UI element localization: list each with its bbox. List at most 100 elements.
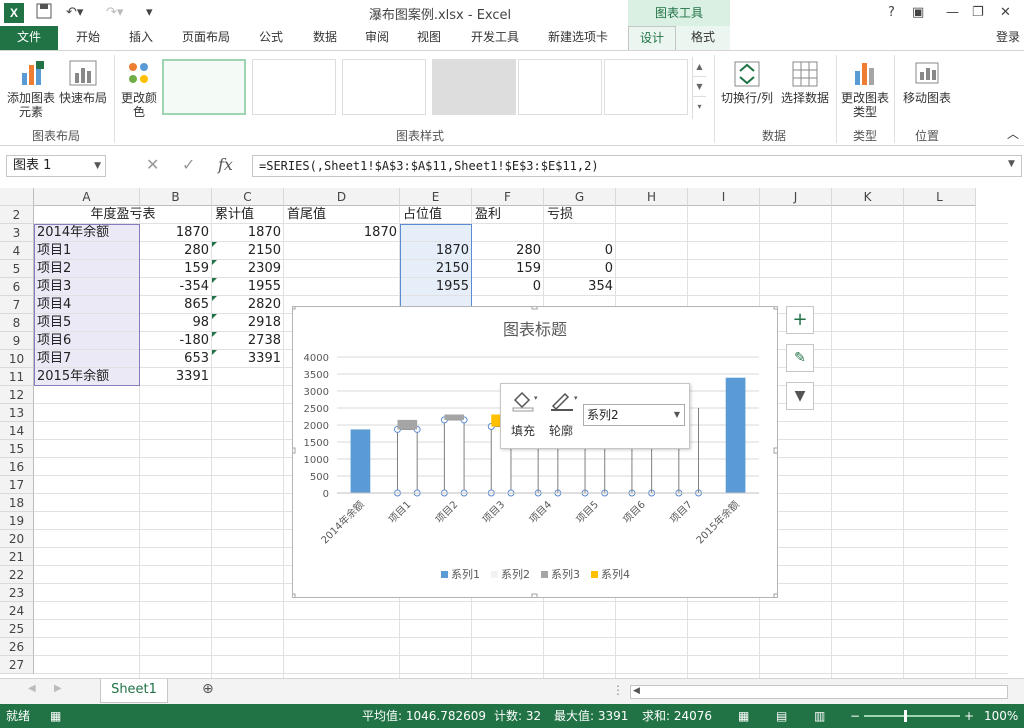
row-header-21[interactable]: 21: [0, 548, 34, 566]
tab-file[interactable]: 文件: [0, 26, 58, 50]
cell-c9[interactable]: 2738: [212, 332, 284, 350]
zoom-level[interactable]: 100%: [984, 704, 1018, 728]
tab-home[interactable]: 开始: [66, 26, 110, 50]
row-header-12[interactable]: 12: [0, 386, 34, 404]
name-box-dropdown-icon[interactable]: ▼: [94, 156, 101, 176]
sheet-tab-sheet1[interactable]: Sheet1: [100, 679, 168, 703]
row-header-26[interactable]: 26: [0, 638, 34, 656]
chart-style-5[interactable]: [518, 59, 602, 115]
formula-input[interactable]: =SERIES(,Sheet1!$A$3:$A$11,Sheet1!$E$3:$…: [252, 155, 1022, 177]
chart-style-2[interactable]: [252, 59, 336, 115]
zoom-in-icon[interactable]: +: [964, 704, 974, 728]
cell-b4[interactable]: 280: [140, 242, 212, 260]
row-header-2[interactable]: 2: [0, 206, 34, 224]
select-data-button[interactable]: 选择数据: [778, 59, 832, 105]
cell-b10[interactable]: 653: [140, 350, 212, 368]
scroll-left-icon[interactable]: ◀: [633, 686, 640, 696]
change-colors-button[interactable]: 更改颜色: [118, 59, 160, 119]
cell-b8[interactable]: 98: [140, 314, 212, 332]
insert-function-icon[interactable]: fx: [218, 155, 233, 174]
column-header-f[interactable]: F: [472, 188, 544, 206]
column-header-i[interactable]: I: [688, 188, 760, 206]
close-icon[interactable]: ✕: [1000, 3, 1011, 23]
login-link[interactable]: 登录: [992, 26, 1024, 50]
cell-f6[interactable]: 0: [472, 278, 544, 296]
chart-style-3[interactable]: [342, 59, 426, 115]
row-header-17[interactable]: 17: [0, 476, 34, 494]
error-indicator-icon[interactable]: [212, 332, 217, 337]
cell-f4[interactable]: 280: [472, 242, 544, 260]
error-indicator-icon[interactable]: [212, 260, 217, 265]
cell-c8[interactable]: 2918: [212, 314, 284, 332]
cell-g2[interactable]: 亏损: [544, 206, 616, 224]
row-header-8[interactable]: 8: [0, 314, 34, 332]
cell-f2[interactable]: 盈利: [472, 206, 544, 224]
row-header-13[interactable]: 13: [0, 404, 34, 422]
horizontal-scrollbar[interactable]: ◀: [630, 685, 1008, 699]
row-header-14[interactable]: 14: [0, 422, 34, 440]
column-header-e[interactable]: E: [400, 188, 472, 206]
row-header-11[interactable]: 11: [0, 368, 34, 386]
zoom-slider[interactable]: [864, 715, 960, 717]
cell-f5[interactable]: 159: [472, 260, 544, 278]
chart-elements-plus-icon[interactable]: +: [786, 306, 814, 334]
move-chart-button[interactable]: 移动图表: [898, 59, 956, 105]
cell-b7[interactable]: 865: [140, 296, 212, 314]
tab-new[interactable]: 新建选项卡: [538, 26, 618, 50]
cell-c2[interactable]: 累计值: [212, 206, 284, 224]
row-header-24[interactable]: 24: [0, 602, 34, 620]
cell-g6[interactable]: 354: [544, 278, 616, 296]
row-header-4[interactable]: 4: [0, 242, 34, 260]
column-header-h[interactable]: H: [616, 188, 688, 206]
minimize-icon[interactable]: —: [946, 3, 959, 23]
gallery-more-icon[interactable]: ▾: [693, 97, 706, 117]
chart-style-4[interactable]: [432, 59, 516, 115]
cell-d2[interactable]: 首尾值: [284, 206, 400, 224]
row-header-23[interactable]: 23: [0, 584, 34, 602]
cell-g4[interactable]: 0: [544, 242, 616, 260]
normal-view-icon[interactable]: ▦: [738, 704, 749, 728]
row-header-18[interactable]: 18: [0, 494, 34, 512]
row-header-20[interactable]: 20: [0, 530, 34, 548]
zoom-out-icon[interactable]: −: [850, 704, 860, 728]
switch-row-column-button[interactable]: 切换行/列: [718, 59, 776, 105]
cell-c5[interactable]: 2309: [212, 260, 284, 278]
gallery-up-icon[interactable]: ▲: [693, 57, 706, 77]
cell-a2[interactable]: 年度盈亏表: [34, 206, 212, 224]
cell-c3[interactable]: 1870: [212, 224, 284, 242]
column-header-c[interactable]: C: [212, 188, 284, 206]
page-layout-view-icon[interactable]: ▤: [776, 704, 787, 728]
cell-b3[interactable]: 1870: [140, 224, 212, 242]
column-header-k[interactable]: K: [832, 188, 904, 206]
column-header-a[interactable]: A: [34, 188, 140, 206]
row-header-16[interactable]: 16: [0, 458, 34, 476]
tab-formulas[interactable]: 公式: [250, 26, 292, 50]
macro-record-icon[interactable]: ▦: [50, 704, 61, 728]
select-all-corner[interactable]: [0, 188, 34, 206]
change-chart-type-button[interactable]: 更改图表类型: [840, 59, 890, 119]
sheet-splitter-icon[interactable]: ⋮: [612, 683, 624, 697]
tab-developer[interactable]: 开发工具: [462, 26, 528, 50]
row-header-6[interactable]: 6: [0, 278, 34, 296]
gallery-down-icon[interactable]: ▼: [693, 77, 706, 97]
zoom-slider-thumb[interactable]: [904, 710, 907, 722]
series-select[interactable]: 系列2 ▼: [583, 404, 685, 426]
column-header-j[interactable]: J: [760, 188, 832, 206]
chart-style-1[interactable]: [162, 59, 246, 115]
cell-c10[interactable]: 3391: [212, 350, 284, 368]
outline-pen-icon[interactable]: ▾: [549, 390, 579, 412]
column-header-l[interactable]: L: [904, 188, 976, 206]
collapse-ribbon-icon[interactable]: ︿: [1006, 127, 1020, 141]
name-box[interactable]: 图表 1 ▼: [6, 155, 106, 177]
row-header-22[interactable]: 22: [0, 566, 34, 584]
cell-c4[interactable]: 2150: [212, 242, 284, 260]
cell-b9[interactable]: -180: [140, 332, 212, 350]
prev-sheet-icon[interactable]: ◀: [28, 683, 36, 694]
tab-review[interactable]: 审阅: [356, 26, 398, 50]
chart-styles-brush-icon[interactable]: ✎: [786, 344, 814, 372]
row-header-25[interactable]: 25: [0, 620, 34, 638]
tab-design[interactable]: 设计: [628, 26, 676, 50]
enter-icon[interactable]: ✓: [182, 155, 195, 174]
row-header-19[interactable]: 19: [0, 512, 34, 530]
restore-icon[interactable]: ❐: [972, 3, 984, 23]
